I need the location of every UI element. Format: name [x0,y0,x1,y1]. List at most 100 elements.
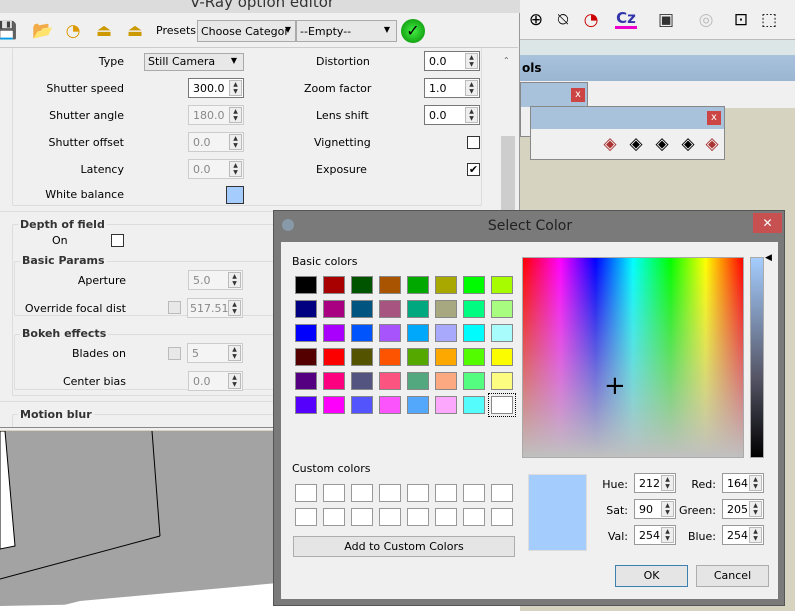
add-to-custom-colors-button[interactable]: Add to Custom Colors [293,536,515,557]
scroll-up-icon[interactable]: ⌃ [503,56,510,65]
basic-color-swatch[interactable] [463,276,485,294]
basic-color-swatch[interactable] [435,276,457,294]
luminance-bar[interactable] [750,257,764,458]
custom-color-swatch[interactable] [295,508,317,526]
spinner-arrows-icon[interactable]: ▲ ▼ [229,80,242,96]
axes-icon[interactable]: ⊕ [525,9,547,31]
override-focal-checkbox[interactable] [168,301,181,314]
override-focal-input[interactable]: 517.517 ▲ ▼ [187,298,243,318]
exposure-checkbox[interactable]: ✔ [467,163,480,176]
basic-color-swatch[interactable] [351,300,373,318]
val-input[interactable]: 254 ▲ ▼ [634,525,676,545]
reset-icon[interactable]: ◔ [62,20,84,42]
lens-shift-input[interactable]: 0.0 ▲ ▼ [424,105,480,125]
basic-color-swatch[interactable] [379,300,401,318]
center-bias-input[interactable]: 0.0 ▲ ▼ [188,371,243,391]
basic-color-swatch[interactable] [295,348,317,366]
basic-color-swatch[interactable] [491,276,513,294]
green-input[interactable]: 205 ▲ ▼ [722,499,764,519]
basic-color-swatch[interactable] [323,276,345,294]
basic-color-swatch[interactable] [407,372,429,390]
basic-color-swatch[interactable] [488,393,516,417]
spinner-arrows-icon[interactable]: ▲ ▼ [229,134,242,150]
tool-icon[interactable]: ◈ [625,133,647,155]
spinner-arrows-icon[interactable]: ▲ ▼ [228,373,241,389]
basic-color-swatch[interactable] [295,300,317,318]
spinner-arrows-icon[interactable]: ▲ ▼ [749,501,762,517]
hue-input[interactable]: 212 ▲ ▼ [634,473,676,493]
basic-color-swatch[interactable] [351,348,373,366]
custom-color-swatch[interactable] [463,484,485,502]
basic-color-swatch[interactable] [407,396,429,414]
white-balance-swatch[interactable] [226,186,244,204]
basic-color-swatch[interactable] [491,300,513,318]
spinner-arrows-icon[interactable]: ▲ ▼ [749,475,762,491]
spinner-arrows-icon[interactable]: ▲ ▼ [465,107,478,123]
tool-icon[interactable]: ◈ [599,133,621,155]
basic-color-swatch[interactable] [463,396,485,414]
basic-color-swatch[interactable] [323,372,345,390]
basic-color-swatch[interactable] [379,396,401,414]
spinner-arrows-icon[interactable]: ▲ ▼ [749,527,762,543]
basic-color-swatch[interactable] [435,372,457,390]
aperture-input[interactable]: 5.0 ▲ ▼ [188,270,243,290]
shutter-speed-input[interactable]: 300.0 ▲ ▼ [188,78,244,98]
zoom-extents-icon[interactable]: ⊡ [730,9,752,31]
basic-color-swatch[interactable] [323,348,345,366]
basic-color-swatch[interactable] [351,324,373,342]
custom-color-swatch[interactable] [491,508,513,526]
tool-icon[interactable]: ◈ [677,133,699,155]
table-icon[interactable]: ▣ [655,9,677,31]
basic-color-swatch[interactable] [323,396,345,414]
cancel-button[interactable]: Cancel [696,565,769,587]
save-icon[interactable]: 💾 [0,20,18,42]
blades-input[interactable]: 5 ▲ ▼ [187,343,243,363]
type-dropdown[interactable]: Still Camera ▼ [144,53,244,71]
spinner-arrows-icon[interactable]: ▲ ▼ [228,272,241,288]
open-icon[interactable]: 📂 [32,20,54,42]
spinner-arrows-icon[interactable]: ▲ ▼ [228,300,241,316]
basic-color-swatch[interactable] [323,324,345,342]
basic-color-swatch[interactable] [491,372,513,390]
spinner-arrows-icon[interactable]: ▲ ▼ [228,345,241,361]
tool-icon[interactable]: ◈ [651,133,673,155]
apply-check-icon[interactable]: ✓ [401,19,425,43]
basic-color-swatch[interactable] [407,348,429,366]
basic-color-swatch[interactable] [295,396,317,414]
luminance-arrow-icon[interactable]: ◀ [765,253,772,263]
basic-color-swatch[interactable] [435,324,457,342]
basic-color-swatch[interactable] [491,324,513,342]
basic-color-swatch[interactable] [435,300,457,318]
custom-color-swatch[interactable] [435,484,457,502]
basic-color-swatch[interactable] [379,348,401,366]
dof-on-checkbox[interactable] [111,234,124,247]
custom-color-swatch[interactable] [407,484,429,502]
basic-color-swatch[interactable] [463,300,485,318]
shape-icon[interactable]: ◎ [695,9,717,31]
import-icon[interactable]: ⏏ [93,20,115,42]
basic-color-swatch[interactable] [379,276,401,294]
spinner-arrows-icon[interactable]: ▲ ▼ [229,107,242,123]
basic-color-swatch[interactable] [295,372,317,390]
custom-color-swatch[interactable] [463,508,485,526]
basic-color-swatch[interactable] [351,372,373,390]
custom-color-swatch[interactable] [351,508,373,526]
basic-color-swatch[interactable] [295,324,317,342]
shutter-angle-input[interactable]: 180.0 ▲ ▼ [188,105,244,125]
close-icon[interactable]: x [571,88,585,102]
spinner-arrows-icon[interactable]: ▲ ▼ [465,80,478,96]
basic-color-swatch[interactable] [323,300,345,318]
red-input[interactable]: 164 ▲ ▼ [722,473,764,493]
category-dropdown[interactable]: Choose Categor ▼ [197,20,296,42]
basic-color-swatch[interactable] [463,348,485,366]
basic-color-swatch[interactable] [463,324,485,342]
basic-color-swatch[interactable] [351,396,373,414]
color-spectrum[interactable]: + [522,257,744,458]
position-camera-icon[interactable]: ⍉ [552,9,574,31]
basic-color-swatch[interactable] [295,276,317,294]
ok-button[interactable]: OK [615,565,688,587]
blades-checkbox[interactable] [168,347,181,360]
close-icon[interactable]: x [707,111,721,125]
latency-input[interactable]: 0.0 ▲ ▼ [188,159,244,179]
basic-color-swatch[interactable] [379,372,401,390]
